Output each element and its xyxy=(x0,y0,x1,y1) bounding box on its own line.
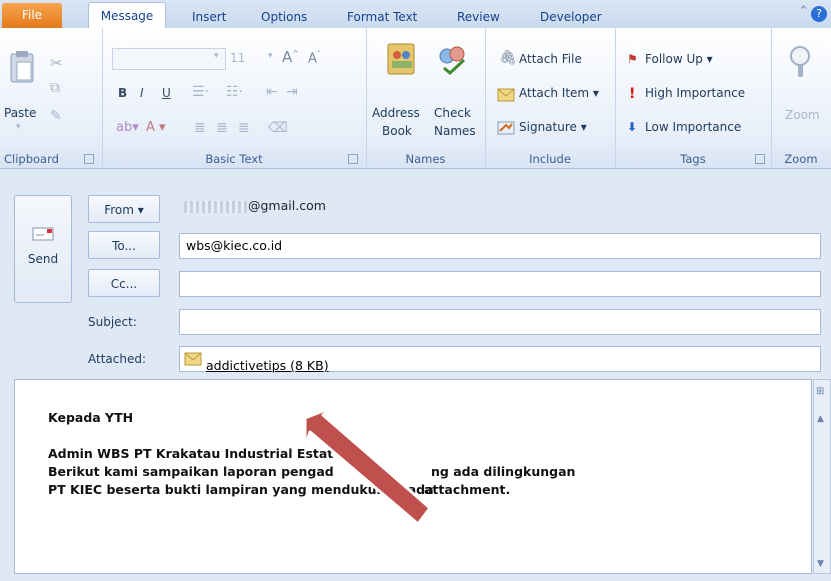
clipboard-group: Paste ▾ ✂ ⧉ ✎ Clipboard xyxy=(0,28,103,168)
ribbon: Paste ▾ ✂ ⧉ ✎ Clipboard ▾ 11 ▾ A^ Aˇ B I… xyxy=(0,28,831,169)
zoom-label: Zoom xyxy=(784,152,818,166)
format-painter-icon[interactable]: ✎ xyxy=(50,108,62,124)
font-size-dropdown-icon[interactable]: ▾ xyxy=(268,51,273,61)
tags-label: Tags xyxy=(680,152,706,166)
redacted-sender xyxy=(184,200,248,213)
scroll-up-icon[interactable]: ▲ xyxy=(817,414,824,424)
tags-group: ⚑ Follow Up ▾ ! High Importance ⬇ Low Im… xyxy=(615,28,772,168)
attached-label: Attached: xyxy=(88,352,147,366)
to-button[interactable]: To... xyxy=(88,231,160,259)
font-name-box[interactable] xyxy=(112,48,226,70)
basic-text-group: ▾ 11 ▾ A^ Aˇ B I U ☰· ☷· ⇤ ⇥ ab▾ A ▾ ≣ ≣… xyxy=(102,28,367,168)
paste-button[interactable]: Paste xyxy=(4,106,36,120)
names-label: Names xyxy=(405,152,446,166)
align-right-icon[interactable]: ≣ xyxy=(238,120,250,136)
align-left-icon[interactable]: ≣ xyxy=(194,120,206,136)
include-label: Include xyxy=(529,152,571,166)
italic-icon[interactable]: I xyxy=(140,86,144,100)
cc-field[interactable] xyxy=(179,271,821,297)
low-importance-icon: ⬇ xyxy=(627,120,638,134)
zoom-magnifier-icon xyxy=(790,46,810,77)
tab-message[interactable]: Message xyxy=(88,2,166,29)
from-button[interactable]: From ▾ xyxy=(88,195,160,223)
numbering-icon[interactable]: ☷· xyxy=(226,84,243,100)
decrease-indent-icon[interactable]: ⇤ xyxy=(266,84,278,100)
scroll-down-icon[interactable]: ▼ xyxy=(817,559,824,569)
body-line-evidence-end: attachment. xyxy=(424,482,511,497)
basic-text-label: Basic Text xyxy=(205,152,263,166)
attachment-link[interactable]: addictivetips (8 KB) xyxy=(206,358,329,373)
high-importance-button[interactable]: High Importance xyxy=(645,86,745,100)
help-icon[interactable]: ? xyxy=(811,6,827,22)
names-group: Address Book Check Names Names xyxy=(366,28,486,168)
signature-button[interactable]: Signature ▾ xyxy=(519,120,587,134)
font-name-dropdown-icon[interactable]: ▾ xyxy=(214,51,219,61)
copy-icon[interactable]: ⧉ xyxy=(50,80,60,96)
to-field[interactable]: wbs@kiec.co.id xyxy=(179,233,821,259)
attachment-envelope-icon xyxy=(184,352,202,366)
bold-icon[interactable]: B xyxy=(118,86,127,100)
signature-icon xyxy=(497,121,515,135)
highlight-icon[interactable]: ab▾ xyxy=(116,120,139,135)
cut-icon[interactable]: ✂ xyxy=(50,54,63,72)
check-names-line1[interactable]: Check xyxy=(434,106,471,120)
font-size-box[interactable]: 11 xyxy=(230,51,245,65)
body-line-addressee: Admin WBS PT Krakatau Industrial Estat xyxy=(48,446,334,461)
ruler-toggle-icon[interactable]: ⊞ xyxy=(816,386,824,397)
paperclip-icon: 🖇 xyxy=(499,50,517,66)
font-color-icon[interactable]: A ▾ xyxy=(146,120,166,135)
send-envelope-icon xyxy=(32,227,54,241)
address-book-icon xyxy=(387,43,415,75)
body-scrollbar[interactable]: ⊞ ▲ ▼ xyxy=(813,379,831,574)
address-book-line2[interactable]: Book xyxy=(382,124,412,138)
paste-icon xyxy=(10,51,34,83)
address-book-line1[interactable]: Address xyxy=(372,106,420,120)
tab-review[interactable]: Review xyxy=(453,6,504,28)
tab-developer[interactable]: Developer xyxy=(536,6,606,28)
tab-format-text[interactable]: Format Text xyxy=(343,6,421,28)
send-button[interactable]: Send xyxy=(14,195,72,303)
tab-options[interactable]: Options xyxy=(257,6,311,28)
shrink-font-icon[interactable]: Aˇ xyxy=(308,50,321,66)
high-importance-icon: ! xyxy=(629,86,636,102)
body-line-evidence: PT KIEC beserta bukti lampiran yang mend… xyxy=(48,482,434,497)
body-line-greeting: Kepada YTH xyxy=(48,410,134,425)
increase-indent-icon[interactable]: ⇥ xyxy=(286,84,298,100)
subject-label: Subject: xyxy=(88,315,137,329)
attach-file-button[interactable]: Attach File xyxy=(519,52,582,66)
tab-insert[interactable]: Insert xyxy=(188,6,230,28)
tab-file[interactable]: File xyxy=(2,3,62,28)
tags-launcher-icon[interactable] xyxy=(755,154,765,164)
body-line-intro: Berikut kami sampaikan laporan pengad xyxy=(48,464,334,479)
underline-icon[interactable]: U xyxy=(162,86,171,100)
attach-item-button[interactable]: Attach Item ▾ xyxy=(519,86,599,100)
send-label: Send xyxy=(27,252,59,266)
align-center-icon[interactable]: ≣ xyxy=(216,120,228,136)
ribbon-tab-bar: File Message Insert Options Format Text … xyxy=(0,0,831,29)
follow-up-button[interactable]: Follow Up ▾ xyxy=(645,52,713,66)
follow-up-flag-icon: ⚑ xyxy=(627,52,638,66)
zoom-group: Zoom Zoom xyxy=(771,28,831,168)
grow-font-icon[interactable]: A^ xyxy=(282,48,299,66)
collapse-ribbon-icon[interactable]: ⌃ xyxy=(798,4,809,19)
body-line-intro-end: ng ada dilingkungan xyxy=(431,464,576,479)
clipboard-launcher-icon[interactable] xyxy=(84,154,94,164)
attach-item-icon xyxy=(497,88,515,102)
check-names-icon xyxy=(439,46,466,75)
basic-text-launcher-icon[interactable] xyxy=(348,154,358,164)
paste-dropdown-icon[interactable]: ▾ xyxy=(16,122,21,132)
clear-formatting-icon[interactable]: ⌫ xyxy=(268,120,288,136)
cc-button[interactable]: Cc... xyxy=(88,269,160,297)
check-names-line2[interactable]: Names xyxy=(434,124,476,138)
zoom-button[interactable]: Zoom xyxy=(785,108,820,122)
include-group: 🖇 Attach File Attach Item ▾ Signature ▾ … xyxy=(485,28,616,168)
low-importance-button[interactable]: Low Importance xyxy=(645,120,741,134)
from-value: @gmail.com xyxy=(184,198,326,213)
bullets-icon[interactable]: ☰· xyxy=(192,84,209,100)
subject-field[interactable] xyxy=(179,309,821,335)
